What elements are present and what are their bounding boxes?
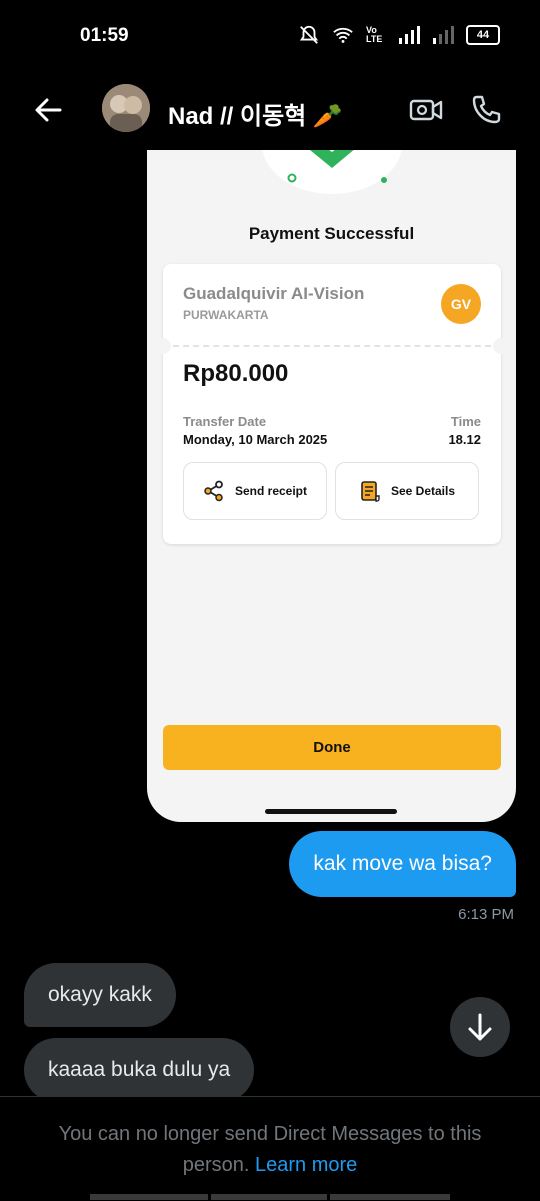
merchant-name: Guadalquivir AI-Vision [183,284,365,303]
signal-weak-icon [433,26,454,44]
send-receipt-label: Send receipt [234,484,308,498]
contact-name[interactable]: Nad // 이동혁 🥕 [168,96,343,131]
conversation-header: Nad // 이동혁 🥕 [0,78,540,142]
ticket-notch-right [493,338,509,354]
transfer-date-label: Transfer Date [183,414,267,429]
send-receipt-button[interactable]: Send receipt [183,462,327,520]
nav-bar-segment [90,1194,208,1200]
nav-bar-segment [330,1194,450,1200]
scroll-to-bottom-button[interactable] [450,997,510,1057]
see-details-button[interactable]: See Details [335,462,479,520]
status-bar: 01:59 Vo LTE 44 [0,0,540,72]
dashed-divider [173,345,491,347]
payment-status-title: Payment Successful [248,224,415,243]
battery-indicator: 44 [466,25,500,45]
document-icon [361,481,380,502]
time-label: Time [450,414,481,429]
success-illustration [262,150,402,194]
ticket-notch-left [155,338,171,354]
done-button[interactable]: Done [163,725,501,770]
video-call-button[interactable] [408,92,444,128]
bell-muted-icon [299,25,319,44]
dm-disabled-footer: You can no longer send Direct Messages t… [0,1096,540,1201]
status-icons: Vo LTE 44 [298,24,500,46]
wifi-icon [333,27,353,43]
merchant-location: PURWAKARTA [183,308,269,322]
back-button[interactable] [30,92,66,128]
arrow-down-icon [468,1013,492,1041]
avatar[interactable] [102,84,150,132]
message-timestamp: 6:13 PM [458,906,514,923]
incoming-message[interactable]: kaaaa buka dulu ya [24,1038,255,1102]
share-icon [204,480,223,502]
merchant-badge: GV [441,284,481,324]
incoming-message[interactable]: okayy kakk [24,963,176,1027]
video-camera-icon [409,99,443,121]
phone-icon [472,95,501,124]
home-indicator [265,809,397,814]
status-time: 01:59 [80,25,129,46]
time-value: 18.12 [448,432,481,447]
avatar-photo [102,84,150,132]
back-arrow-icon [35,98,62,122]
voice-call-button[interactable] [468,92,504,128]
outgoing-message[interactable]: kak move wa bisa? [289,831,516,897]
see-details-label: See Details [390,484,456,498]
nav-bar-segment [211,1194,327,1200]
transfer-date-value: Monday, 10 March 2025 [183,432,328,447]
signal-icon [399,26,420,44]
dm-disabled-notice: You can no longer send Direct Messages t… [30,1119,510,1181]
learn-more-link[interactable]: Learn more [255,1154,357,1176]
network-type-label: Vo LTE [366,25,383,44]
receipt-card: Guadalquivir AI-Vision PURWAKARTA GV Rp8… [155,264,509,544]
shared-image-receipt[interactable]: Payment Successful Guadalquivir AI-Visio… [147,150,516,822]
payment-amount: Rp80.000 [183,360,289,387]
